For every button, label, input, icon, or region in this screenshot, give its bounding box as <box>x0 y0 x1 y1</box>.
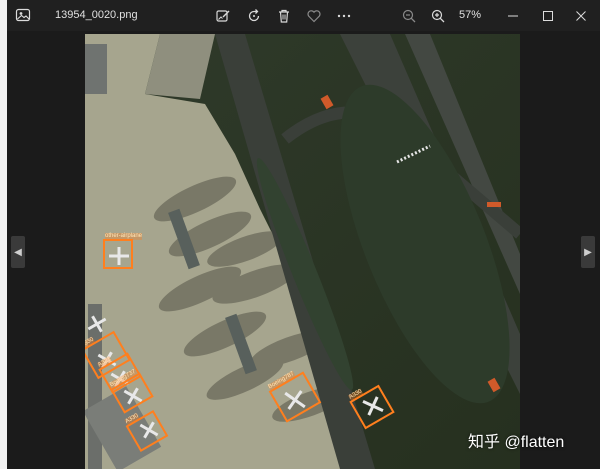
edit-image-icon[interactable] <box>212 5 234 27</box>
chevron-left-icon: ◀ <box>14 246 22 258</box>
previous-image-button[interactable]: ◀ <box>11 236 25 268</box>
zoom-out-icon[interactable] <box>398 5 420 27</box>
more-icon[interactable] <box>333 5 355 27</box>
image-app-icon <box>15 7 31 23</box>
rotate-icon[interactable] <box>243 5 265 27</box>
detection-label: other-airplane <box>105 233 143 240</box>
minimize-button[interactable] <box>493 0 533 31</box>
zoom-in-icon[interactable] <box>427 5 449 27</box>
favorite-heart-icon[interactable] <box>303 5 325 27</box>
file-name: 13954_0020.png <box>55 9 138 21</box>
aerial-airport-image: other-airplane A330 A321 Boeing737 A330 … <box>85 34 520 469</box>
chevron-right-icon: ▶ <box>584 246 592 258</box>
detection-box: other-airplane <box>103 233 143 269</box>
zoom-level: 57% <box>459 9 482 21</box>
delete-icon[interactable] <box>273 5 295 27</box>
next-image-button[interactable]: ▶ <box>581 236 595 268</box>
close-button[interactable] <box>561 0 600 31</box>
watermark-text: 知乎 @flatten <box>468 434 565 451</box>
